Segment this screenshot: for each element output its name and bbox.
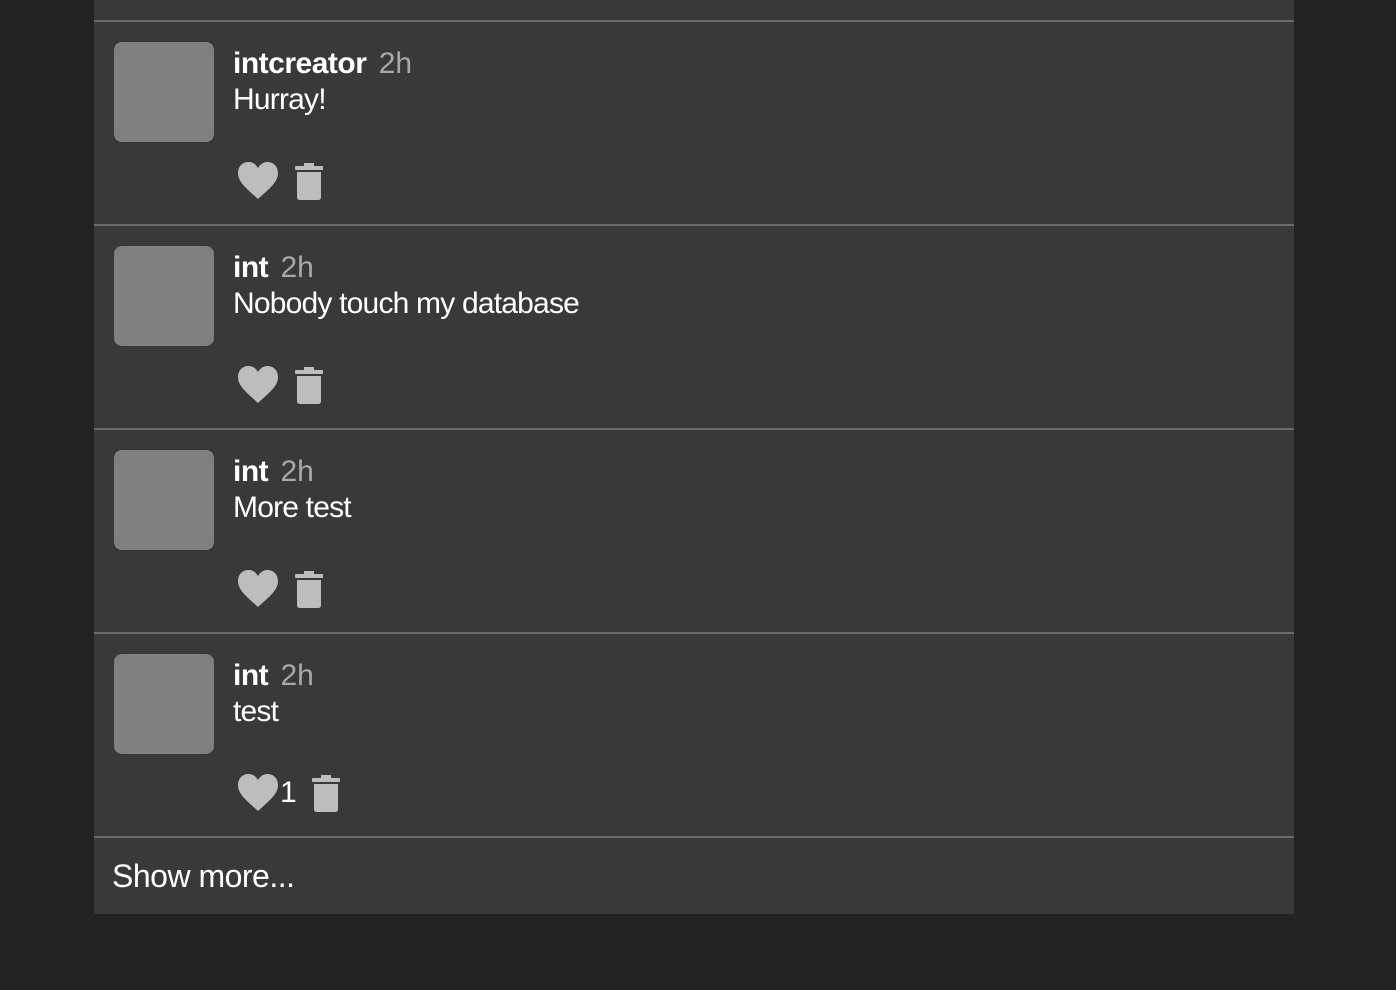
post-text: Nobody touch my database <box>233 287 580 320</box>
post-author[interactable]: int <box>233 251 269 284</box>
post-actions <box>236 568 324 610</box>
like-count: 1 <box>280 776 297 809</box>
post-timestamp: 2h <box>280 251 314 284</box>
delete-button[interactable] <box>311 773 341 813</box>
post-header: intcreator 2h <box>233 44 412 84</box>
trash-icon <box>294 569 324 609</box>
post-header: int 2h <box>233 452 314 492</box>
like-button[interactable] <box>236 569 280 609</box>
post-text: More test <box>233 491 352 524</box>
show-more-button[interactable]: Show more... <box>94 838 1294 914</box>
heart-icon <box>236 569 280 609</box>
trash-icon <box>294 365 324 405</box>
post-actions: 1 <box>236 772 341 814</box>
post-text: test <box>233 695 279 728</box>
heart-icon <box>236 161 280 201</box>
delete-button[interactable] <box>294 569 324 609</box>
avatar[interactable] <box>114 42 214 142</box>
post-header: int 2h <box>233 248 314 288</box>
delete-button[interactable] <box>294 365 324 405</box>
post-item: int 2h test 1 <box>94 634 1294 838</box>
post-timestamp: 2h <box>280 455 314 488</box>
post-item: int 2h More test <box>94 430 1294 634</box>
avatar[interactable] <box>114 654 214 754</box>
like-button[interactable] <box>236 365 280 405</box>
post-text: Hurray! <box>233 83 327 116</box>
trash-icon <box>294 161 324 201</box>
post-actions <box>236 364 324 406</box>
post-header: int 2h <box>233 656 314 696</box>
trash-icon <box>311 773 341 813</box>
avatar[interactable] <box>114 246 214 346</box>
post-author[interactable]: intcreator <box>233 47 367 80</box>
post-author[interactable]: int <box>233 455 269 488</box>
heart-icon <box>236 773 280 813</box>
post-timestamp: 2h <box>280 659 314 692</box>
feed-top-edge <box>94 0 1294 22</box>
like-button[interactable] <box>236 161 280 201</box>
post-item: intcreator 2h Hurray! <box>94 22 1294 226</box>
post-author[interactable]: int <box>233 659 269 692</box>
delete-button[interactable] <box>294 161 324 201</box>
like-button[interactable]: 1 <box>236 773 297 813</box>
post-timestamp: 2h <box>378 47 413 80</box>
post-actions <box>236 160 324 202</box>
post-item: int 2h Nobody touch my database <box>94 226 1294 430</box>
heart-icon <box>236 365 280 405</box>
post-feed: intcreator 2h Hurray! int 2h Nobody touc… <box>94 0 1294 914</box>
avatar[interactable] <box>114 450 214 550</box>
